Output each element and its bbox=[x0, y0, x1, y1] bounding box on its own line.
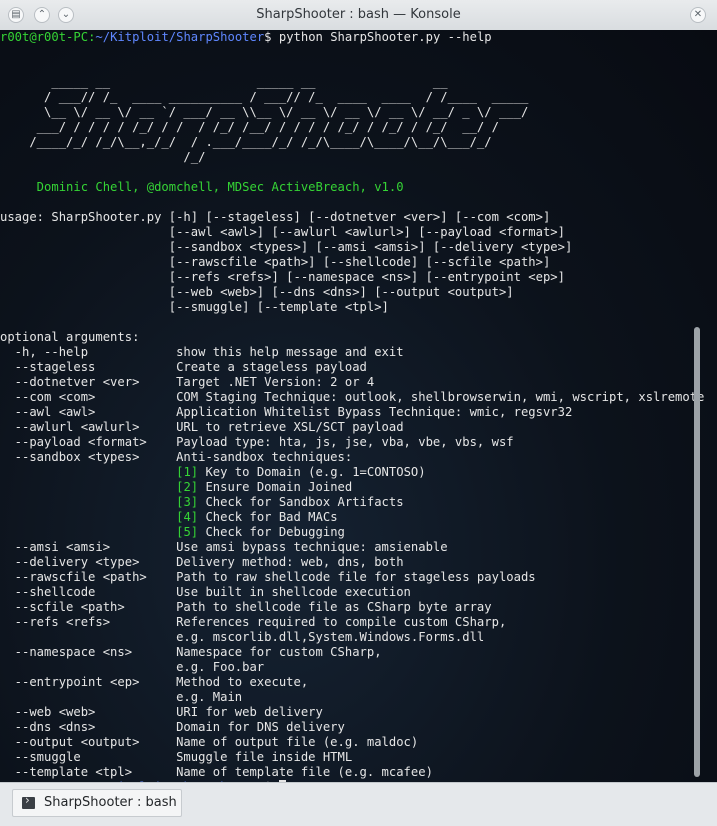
arg-line: --template <tpl> Name of template file (… bbox=[0, 765, 433, 779]
banner-line: \__ \/ __ \/ __ `/ ___/ __ \\__ \/ __ \/… bbox=[0, 105, 529, 119]
sandbox-item: [1] Key to Domain (e.g. 1=CONTOSO) bbox=[176, 465, 426, 479]
usage-line: [--awl <awl>] [--awlurl <awlurl>] [--pay… bbox=[0, 225, 565, 239]
prompt-path: ~/Kitploit/SharpShooter bbox=[95, 30, 265, 44]
sandbox-item: [3] Check for Sandbox Artifacts bbox=[176, 495, 404, 509]
arg-line: e.g. mscorlib.dll,System.Windows.Forms.d… bbox=[0, 630, 485, 644]
arg-line: --com <com> COM Staging Technique: outlo… bbox=[0, 390, 705, 404]
prompt-line: r00t@r00t-PC:~/Kitploit/SharpShooter$ py… bbox=[0, 30, 492, 44]
usage-line: [--smuggle] [--template <tpl>] bbox=[0, 300, 389, 314]
arg-line: --entrypoint <ep> Method to execute, bbox=[0, 675, 309, 689]
usage-line: [--refs <refs>] [--namespace <ns>] [--en… bbox=[0, 270, 565, 284]
sandbox-item: [4] Check for Bad MACs bbox=[176, 510, 338, 524]
optional-header: optional arguments: bbox=[0, 330, 140, 344]
banner-line: / ___// /_ ____ __________ / ___// /_ __… bbox=[0, 90, 529, 104]
sandbox-item: [2] Ensure Domain Joined bbox=[176, 480, 353, 494]
arg-line: --rawscfile <path> Path to raw shellcode… bbox=[0, 570, 536, 584]
arg-line: --stageless Create a stageless payload bbox=[0, 360, 367, 374]
arg-line: --payload <format> Payload type: hta, js… bbox=[0, 435, 514, 449]
usage-line: [--rawscfile <path>] [--shellcode] [--sc… bbox=[0, 255, 551, 269]
arg-line: --smuggle Smuggle file inside HTML bbox=[0, 750, 353, 764]
arg-line: --sandbox <types> Anti-sandbox technique… bbox=[0, 450, 353, 464]
arg-line: e.g. Main bbox=[0, 690, 243, 704]
banner-line: /_/ bbox=[0, 150, 206, 164]
arg-line: --awl <awl> Application Whitelist Bypass… bbox=[0, 405, 573, 419]
arg-line: --namespace <ns> Namespace for custom CS… bbox=[0, 645, 382, 659]
arg-line: --dotnetver <ver> Target .NET Version: 2… bbox=[0, 375, 375, 389]
sandbox-item: [5] Check for Debugging bbox=[176, 525, 345, 539]
tab-bar: SharpShooter : bash bbox=[0, 782, 717, 826]
arg-line: e.g. Foo.bar bbox=[0, 660, 265, 674]
terminal-output: r00t@r00t-PC:~/Kitploit/SharpShooter$ py… bbox=[0, 30, 705, 795]
tab-label: SharpShooter : bash bbox=[44, 795, 177, 810]
titlebar[interactable]: ▤ ⌃ ⌄ SharpShooter : bash — Konsole ✕ bbox=[0, 0, 717, 31]
terminal-icon bbox=[22, 793, 35, 809]
tab-sharpshooter-bash[interactable]: SharpShooter : bash bbox=[12, 789, 182, 817]
banner-line: ___/ / / / / /_/ / / / /_/ /__/ / / / / … bbox=[0, 120, 499, 134]
arg-line: --shellcode Use built in shellcode execu… bbox=[0, 585, 411, 599]
arg-line: --dns <dns> Domain for DNS delivery bbox=[0, 720, 345, 734]
prompt-user: r00t@r00t-PC bbox=[0, 30, 89, 44]
arg-line: --refs <refs> References required to com… bbox=[0, 615, 507, 629]
usage-line: [--web <web>] [--dns <dns>] [--output <o… bbox=[0, 285, 514, 299]
command-text: python SharpShooter.py --help bbox=[278, 30, 492, 44]
banner-line: _____ __ _____ __ __ bbox=[0, 75, 448, 89]
usage-line: usage: SharpShooter.py [-h] [--stageless… bbox=[0, 210, 551, 224]
arg-line: --output <output> Name of output file (e… bbox=[0, 735, 419, 749]
konsole-window: ▤ ⌃ ⌄ SharpShooter : bash — Konsole ✕ r0… bbox=[0, 0, 717, 826]
scrollbar-thumb[interactable] bbox=[694, 327, 700, 777]
arg-line: --web <web> URI for web delivery bbox=[0, 705, 323, 719]
close-icon[interactable]: ✕ bbox=[690, 7, 706, 23]
arg-line: -h, --help show this help message and ex… bbox=[0, 345, 404, 359]
usage-line: [--sandbox <types>] [--amsi <amsi>] [--d… bbox=[0, 240, 573, 254]
banner-line: /____/_/ /_/\__,_/_/ / .___/____/_/ /_/\… bbox=[0, 135, 492, 149]
arg-line: --amsi <amsi> Use amsi bypass technique:… bbox=[0, 540, 448, 554]
terminal-view[interactable]: r00t@r00t-PC:~/Kitploit/SharpShooter$ py… bbox=[0, 30, 717, 794]
window-title: SharpShooter : bash — Konsole bbox=[256, 7, 461, 22]
arg-line: --awlurl <awlurl> URL to retrieve XSL/SC… bbox=[0, 420, 404, 434]
byline: Dominic Chell, @domchell, MDSec ActiveBr… bbox=[0, 180, 404, 194]
arg-line: --scfile <path> Path to shellcode file a… bbox=[0, 600, 492, 614]
scrollbar[interactable] bbox=[694, 30, 700, 782]
arg-line: --delivery <type> Delivery method: web, … bbox=[0, 555, 404, 569]
